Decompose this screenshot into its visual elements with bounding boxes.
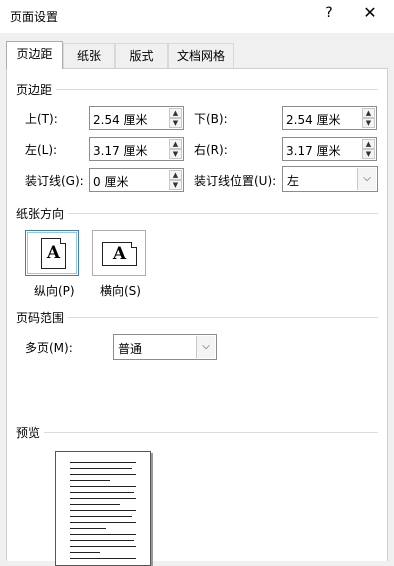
preview-text-line <box>70 468 132 469</box>
multiple-pages-label: 多页(M): <box>25 341 73 355</box>
tab-paper[interactable]: 纸张 <box>63 43 115 68</box>
section-divider <box>16 317 378 318</box>
gutter-position-label: 装订线位置(U): <box>194 174 277 188</box>
preview-text-line <box>70 546 136 547</box>
preview-text-line <box>70 492 134 493</box>
preview-text-line <box>70 504 120 505</box>
tab-margins[interactable]: 页边距 <box>6 41 63 69</box>
multiple-pages-value: 普通 <box>118 342 143 356</box>
right-margin-label: 右(R): <box>194 143 228 157</box>
spin-up-icon[interactable]: ▲ <box>169 170 182 180</box>
spin-down-icon[interactable]: ▼ <box>169 118 182 128</box>
spin-down-icon[interactable]: ▼ <box>362 118 375 128</box>
gutter-value[interactable]: 0 厘米 <box>93 173 128 190</box>
multiple-pages-select[interactable]: 普通 ⌵ <box>113 334 217 360</box>
gutter-label: 装订线(G): <box>25 174 84 188</box>
tab-document-grid[interactable]: 文档网格 <box>168 43 234 68</box>
right-margin-spinner[interactable]: 3.17 厘米 ▲ ▼ <box>282 137 377 161</box>
chevron-down-icon[interactable]: ⌵ <box>357 168 376 190</box>
left-margin-label: 左(L): <box>25 143 58 157</box>
landscape-label[interactable]: 横向(S) <box>100 283 141 299</box>
portrait-option[interactable]: A <box>25 230 79 276</box>
preview-text-line <box>70 510 136 511</box>
bottom-margin-label: 下(B): <box>194 112 228 126</box>
section-heading-margins: 页边距 <box>16 81 57 98</box>
spin-down-icon[interactable]: ▼ <box>169 149 182 159</box>
preview-text-line <box>70 558 136 559</box>
gutter-spinner[interactable]: 0 厘米 ▲ ▼ <box>89 168 184 192</box>
section-divider <box>16 89 378 90</box>
landscape-glyph: A <box>112 244 127 264</box>
gutter-position-select[interactable]: 左 ⌵ <box>282 166 378 192</box>
spin-down-icon[interactable]: ▼ <box>169 180 182 190</box>
preview-text-line <box>70 462 136 463</box>
gutter-position-value: 左 <box>287 174 300 188</box>
chevron-down-icon[interactable]: ⌵ <box>196 336 215 358</box>
section-divider <box>16 213 378 214</box>
preview-page <box>55 451 151 566</box>
landscape-option[interactable]: A <box>92 230 146 276</box>
landscape-page-icon: A <box>102 242 137 266</box>
left-margin-spinner[interactable]: 3.17 厘米 ▲ ▼ <box>89 137 184 161</box>
portrait-label[interactable]: 纵向(P) <box>34 283 75 299</box>
preview-text-line <box>70 552 100 553</box>
tab-layout[interactable]: 版式 <box>115 43 168 68</box>
left-margin-value[interactable]: 3.17 厘米 <box>93 142 148 159</box>
help-icon[interactable]: ? <box>319 5 339 21</box>
preview-text-line <box>70 528 106 529</box>
portrait-glyph: A <box>46 243 61 263</box>
spin-up-icon[interactable]: ▲ <box>362 108 375 118</box>
section-heading-preview: 预览 <box>16 424 45 441</box>
top-margin-value[interactable]: 2.54 厘米 <box>93 111 148 128</box>
spin-down-icon[interactable]: ▼ <box>362 149 375 159</box>
section-heading-orientation: 纸张方向 <box>16 205 69 222</box>
close-icon[interactable]: ✕ <box>360 3 380 22</box>
preview-text-line <box>70 480 110 481</box>
preview-text-line <box>70 522 136 523</box>
top-margin-label: 上(T): <box>25 112 58 126</box>
dialog-title: 页面设置 <box>10 10 59 24</box>
preview-text-line <box>70 534 136 535</box>
preview-text-line <box>70 540 134 541</box>
bottom-margin-value[interactable]: 2.54 厘米 <box>286 111 341 128</box>
preview-text-line <box>70 486 136 487</box>
spin-up-icon[interactable]: ▲ <box>362 139 375 149</box>
right-margin-value[interactable]: 3.17 厘米 <box>286 142 341 159</box>
preview-text-line <box>70 474 136 475</box>
preview-text-line <box>70 498 136 499</box>
top-margin-spinner[interactable]: 2.54 厘米 ▲ ▼ <box>89 106 184 130</box>
portrait-page-icon: A <box>41 238 66 269</box>
bottom-margin-spinner[interactable]: 2.54 厘米 ▲ ▼ <box>282 106 377 130</box>
spin-up-icon[interactable]: ▲ <box>169 139 182 149</box>
section-divider <box>16 432 378 433</box>
section-heading-pages: 页码范围 <box>16 309 69 326</box>
preview-text-line <box>70 516 132 517</box>
spin-up-icon[interactable]: ▲ <box>169 108 182 118</box>
